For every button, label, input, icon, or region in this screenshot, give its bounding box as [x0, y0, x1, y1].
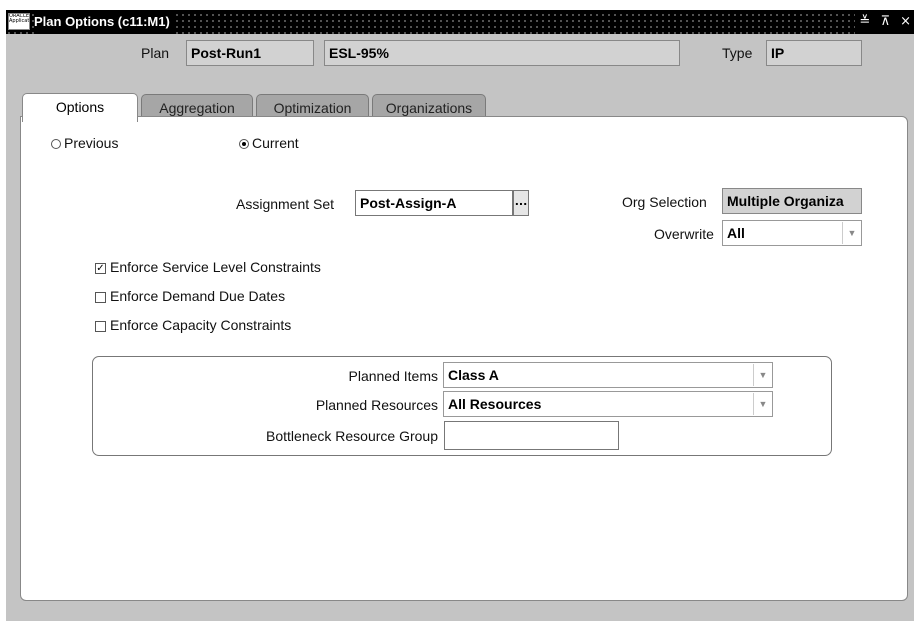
- window-controls[interactable]: ≚ ⊼ ×: [855, 10, 914, 34]
- type-label: Type: [722, 45, 753, 61]
- current-radio[interactable]: [239, 139, 249, 149]
- planned-resources-select-value: All Resources: [448, 396, 542, 412]
- overwrite-label: Overwrite: [654, 226, 714, 242]
- window-title-bar[interactable]: ORACLE Applications Plan Options (c11:M1…: [6, 10, 914, 34]
- previous-radio-label[interactable]: Previous: [64, 135, 118, 151]
- previous-radio[interactable]: [51, 139, 61, 149]
- chevron-down-icon[interactable]: ▼: [753, 364, 772, 386]
- plan-label: Plan: [141, 45, 170, 61]
- chevron-down-icon[interactable]: ▼: [842, 222, 861, 244]
- oracle-app-icon: ORACLE Applications: [8, 13, 30, 30]
- plan-description-field: ESL-95%: [324, 40, 680, 66]
- planned-items-select-value: Class A: [448, 367, 499, 383]
- overwrite-select-value: All: [727, 225, 745, 241]
- assignment-set-input[interactable]: Post-Assign-A: [355, 190, 513, 216]
- planned-items-label: Planned Items: [348, 368, 439, 384]
- enforce-capacity-checkbox[interactable]: [95, 321, 106, 332]
- plan-name-field: Post-Run1: [186, 40, 314, 66]
- org-selection-label: Org Selection: [622, 194, 707, 210]
- overwrite-select[interactable]: All ▼: [722, 220, 862, 246]
- planned-resources-label: Planned Resources: [315, 397, 438, 413]
- enforce-demand-due-dates-checkbox[interactable]: [95, 292, 106, 303]
- enforce-service-level-label[interactable]: Enforce Service Level Constraints: [110, 259, 321, 275]
- current-radio-label[interactable]: Current: [252, 135, 299, 151]
- org-selection-field: Multiple Organiza: [722, 188, 862, 214]
- assignment-set-lov-button[interactable]: ...: [513, 190, 529, 216]
- bottleneck-resource-group-label: Bottleneck Resource Group: [266, 428, 438, 444]
- planned-resources-select[interactable]: All Resources ▼: [443, 391, 773, 417]
- tab-options[interactable]: Options: [22, 93, 138, 122]
- window-title: Plan Options (c11:M1): [34, 10, 176, 34]
- enforce-capacity-label[interactable]: Enforce Capacity Constraints: [110, 317, 291, 333]
- assignment-set-label: Assignment Set: [236, 196, 335, 212]
- planned-items-select[interactable]: Class A ▼: [443, 362, 773, 388]
- type-field: IP: [766, 40, 862, 66]
- bottleneck-resource-group-input[interactable]: [444, 421, 619, 450]
- chevron-down-icon[interactable]: ▼: [753, 393, 772, 415]
- enforce-service-level-checkbox[interactable]: ✓: [95, 263, 106, 274]
- enforce-demand-due-dates-label[interactable]: Enforce Demand Due Dates: [110, 288, 285, 304]
